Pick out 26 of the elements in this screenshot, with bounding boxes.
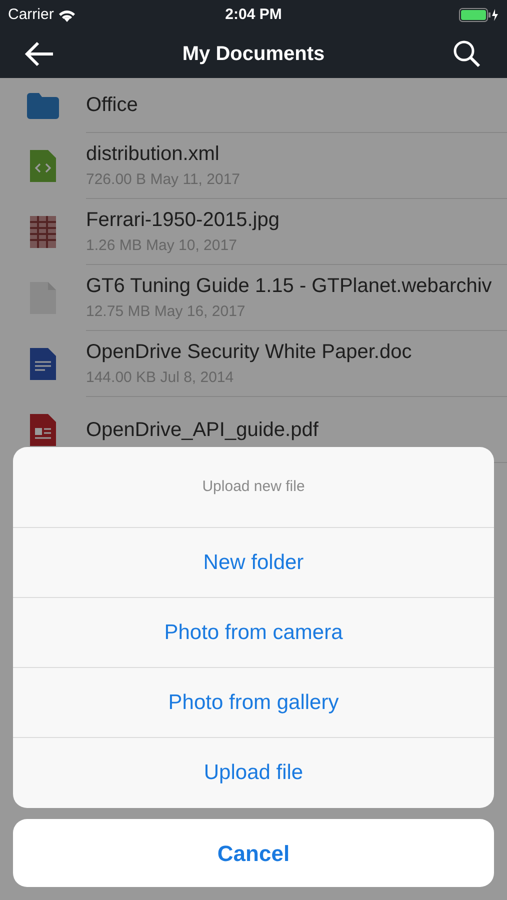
file-row[interactable]: Office [0, 78, 507, 133]
file-name: distribution.xml [86, 142, 220, 168]
file-name: OpenDrive_API_guide.pdf [86, 418, 320, 442]
action-option[interactable]: Photo from gallery [13, 668, 494, 738]
action-option[interactable]: New folder [13, 528, 494, 598]
search-button[interactable] [451, 38, 483, 70]
file-name: OpenDrive Security White Paper.doc [86, 340, 413, 366]
action-option[interactable]: Photo from camera [13, 598, 494, 668]
blank-file-icon [30, 282, 56, 314]
cancel-button[interactable]: Cancel [13, 819, 494, 887]
file-name: GT6 Tuning Guide 1.15 - GTPlanet.webarchiv [86, 274, 493, 300]
battery-icon [458, 8, 499, 22]
clock: 2:04 PM [225, 4, 282, 25]
action-option[interactable]: Upload file [13, 738, 494, 808]
file-name: Ferrari-1950-2015.jpg [86, 208, 280, 234]
document-file-icon [30, 348, 56, 380]
folder-icon [27, 92, 59, 118]
image-file-icon [30, 216, 56, 248]
search-icon [453, 40, 481, 68]
carrier-label: Carrier [8, 4, 54, 25]
back-arrow-icon [25, 41, 55, 67]
action-sheet-title: Upload new file [202, 476, 305, 497]
code-file-icon [30, 150, 56, 182]
screen-title: My Documents [182, 42, 325, 67]
wifi-icon [58, 8, 76, 22]
file-name: Office [86, 93, 139, 118]
